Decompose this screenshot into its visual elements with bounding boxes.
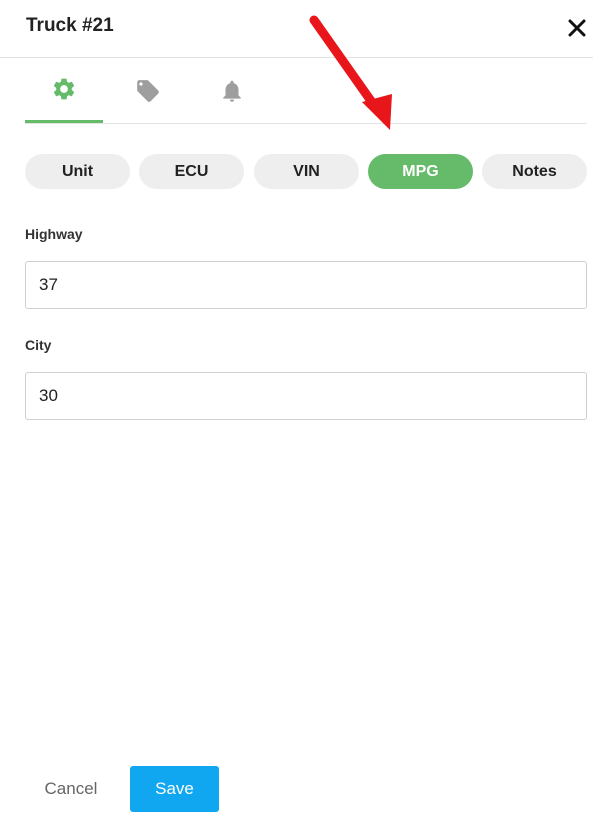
dialog-header: Truck #21 [0, 0, 593, 58]
pill-vin[interactable]: VIN [254, 154, 359, 189]
pill-unit[interactable]: Unit [25, 154, 130, 189]
close-button[interactable] [563, 14, 591, 42]
save-button[interactable]: Save [130, 766, 219, 812]
city-label: City [25, 337, 52, 353]
tab-tags[interactable] [109, 58, 187, 123]
pill-notes[interactable]: Notes [482, 154, 587, 189]
gear-icon [53, 78, 75, 100]
bell-icon [223, 80, 241, 102]
pill-ecu[interactable]: ECU [139, 154, 244, 189]
city-input[interactable] [25, 372, 587, 420]
tag-icon [137, 79, 159, 102]
highway-input[interactable] [25, 261, 587, 309]
close-icon [568, 19, 586, 37]
tab-notifications[interactable] [193, 58, 271, 123]
highway-label: Highway [25, 226, 83, 242]
cancel-button[interactable]: Cancel [30, 766, 112, 812]
pill-mpg[interactable]: MPG [368, 154, 473, 189]
tab-settings[interactable] [25, 58, 103, 123]
section-pills: Unit ECU VIN MPG Notes [25, 154, 587, 189]
icon-tab-bar [25, 58, 587, 124]
dialog-title: Truck #21 [26, 15, 114, 36]
